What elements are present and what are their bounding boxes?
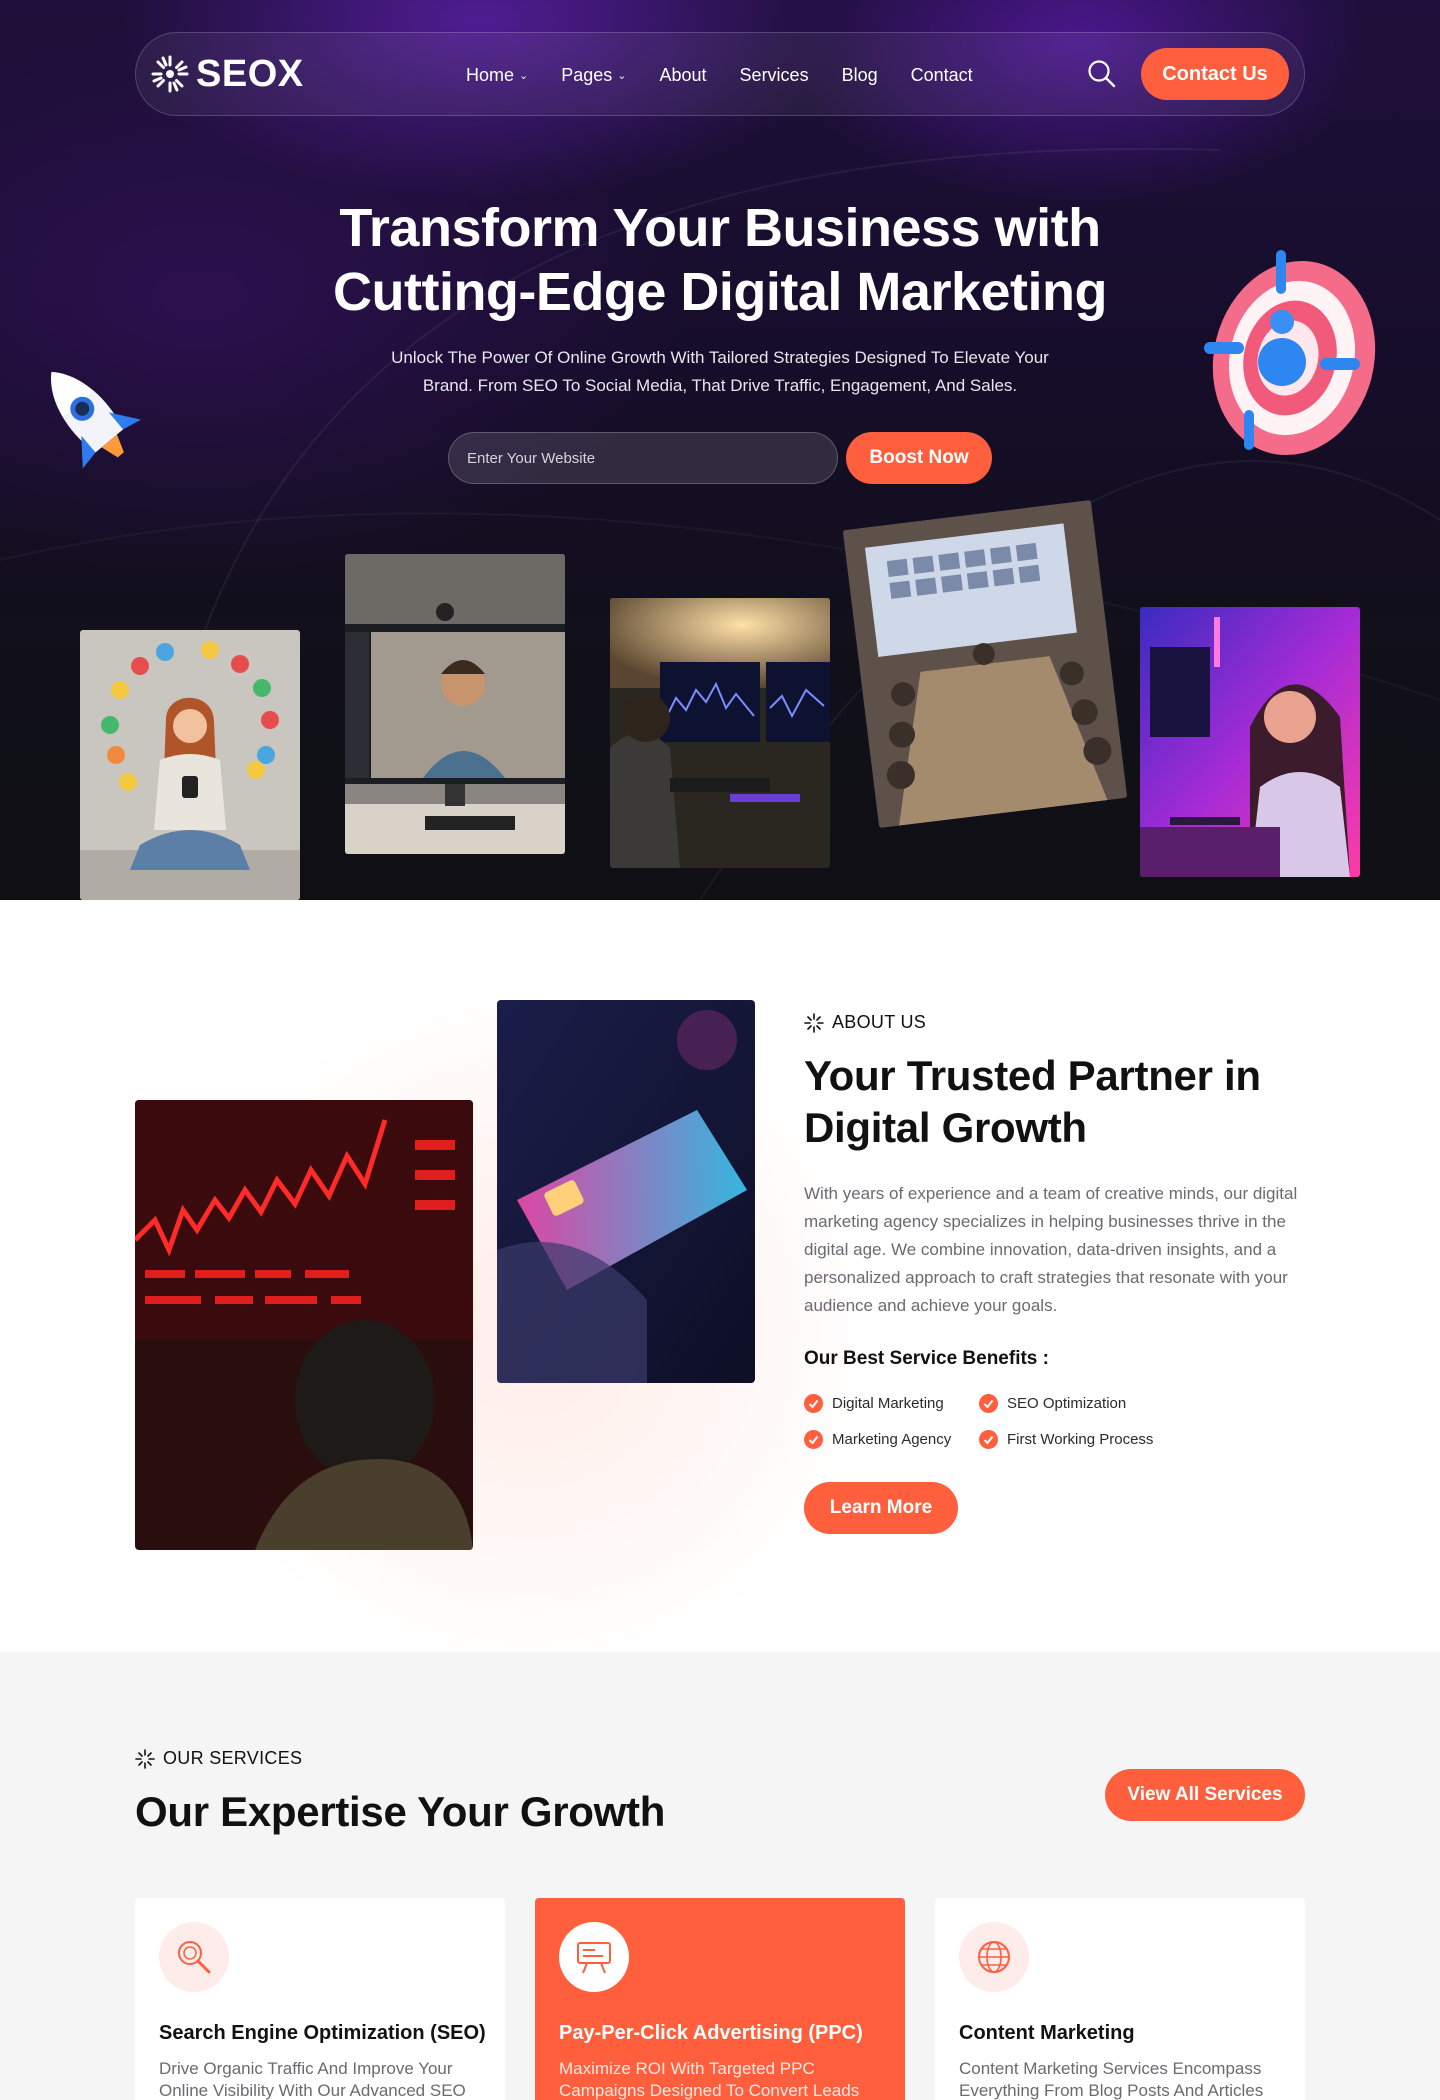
benefit-item: Marketing Agency [804,1430,951,1449]
nav-label: Home [466,64,515,85]
benefit-label: SEO Optimization [1007,1395,1127,1412]
about-title: Your Trusted Partner in Digital Growth [804,1050,1324,1154]
about-section: ABOUT US Your Trusted Partner in Digital… [0,900,1440,1680]
service-card-ppc[interactable]: Pay-Per-Click Advertising (PPC) Maximize… [535,1898,905,2100]
contact-us-button[interactable]: Contact Us [1141,48,1289,100]
service-card-title: Pay-Per-Click Advertising (PPC) [559,2022,863,2044]
hero-title: Transform Your Business with Cutting-Edg… [220,196,1220,324]
burst-icon [804,1012,824,1033]
benefit-label: Marketing Agency [832,1431,952,1448]
magnifier-icon [159,1922,229,1992]
about-photo-stock-chart [135,1100,473,1550]
nav-label: Pages [561,64,613,85]
benefit-item: Digital Marketing [804,1394,944,1413]
logo-burst-icon [151,55,189,93]
services-section: OUR SERVICES Our Expertise Your Growth V… [0,1652,1440,2100]
nav-item-contact[interactable]: Contact [911,65,973,86]
nav-label: About [659,64,707,85]
target-icon [1204,250,1376,456]
hero-subtitle-line1: Unlock The Power Of Online Growth With T… [391,348,1049,367]
nav-label: Blog [841,64,878,85]
about-tag-label: ABOUT US [832,1012,927,1032]
nav-label: Services [739,64,809,85]
logo[interactable]: SEOX [150,52,304,96]
search-icon[interactable] [1086,58,1118,90]
nav-item-services[interactable]: Services [740,65,809,86]
service-card-text: Content Marketing Services Encompass Eve… [959,2059,1264,2100]
burst-icon [135,1748,155,1769]
benefit-item: First Working Process [979,1430,1153,1449]
services-tag-label: OUR SERVICES [163,1748,303,1768]
hero-section: SEOX Home ⌄ Pages ⌄ About Services Blog … [0,0,1440,900]
check-icon [979,1394,998,1413]
hero-subtitle: Unlock The Power Of Online Growth With T… [360,344,1080,400]
hero-photo-video-call [345,554,565,854]
benefit-item: SEO Optimization [979,1394,1126,1413]
service-card-content[interactable]: Content Marketing Content Marketing Serv… [935,1898,1305,2100]
service-card-text: Maximize ROI With Targeted PPC Campaigns… [559,2059,860,2100]
check-icon [979,1430,998,1449]
about-title-line1: Your Trusted Partner in [804,1052,1261,1099]
hero-title-line1: Transform Your Business with [339,198,1101,258]
chevron-down-icon: ⌄ [617,69,627,82]
hero-photo-meeting-room [842,499,1128,829]
nav-item-blog[interactable]: Blog [842,65,878,86]
hero-title-line2: Cutting-Edge Digital Marketing [333,262,1108,322]
nav-item-about[interactable]: About [660,65,707,86]
service-card-title: Content Marketing [959,2022,1135,2044]
services-tag: OUR SERVICES [135,1748,302,1769]
service-card-text: Drive Organic Traffic And Improve Your O… [159,2059,466,2100]
main-nav: Home ⌄ Pages ⌄ About Services Blog Conta… [466,60,973,90]
nav-label: Contact [910,64,973,85]
service-card-seo[interactable]: Search Engine Optimization (SEO) Drive O… [135,1898,505,2100]
about-description: With years of experience and a team of c… [804,1184,1298,1315]
services-title: Our Expertise Your Growth [135,1788,666,1835]
nav-item-home[interactable]: Home ⌄ [466,65,528,86]
chevron-down-icon: ⌄ [519,69,529,82]
hero-photo-trading-desk [610,598,830,868]
about-tag: ABOUT US [804,1012,926,1033]
hero-photo-social-media [80,630,300,900]
billboard-icon [559,1922,629,1992]
globe-icon [959,1922,1029,1992]
benefit-label: First Working Process [1007,1431,1154,1448]
about-title-line2: Digital Growth [804,1104,1087,1151]
view-all-services-button[interactable]: View All Services [1105,1769,1305,1821]
service-card-title: Search Engine Optimization (SEO) [159,2022,486,2044]
learn-more-button[interactable]: Learn More [804,1482,958,1534]
check-icon [804,1430,823,1449]
hero-photo-neon-workspace [1140,607,1360,877]
benefits-title: Our Best Service Benefits : [804,1348,1049,1369]
benefit-label: Digital Marketing [832,1395,944,1412]
website-input[interactable] [448,432,838,484]
check-icon [804,1394,823,1413]
hero-subtitle-line2: Brand. From SEO To Social Media, That Dr… [422,376,1018,395]
rocket-icon [50,372,141,469]
about-photo-digital-card [497,1000,755,1383]
logo-text: SEOX [196,52,304,95]
nav-item-pages[interactable]: Pages ⌄ [561,65,626,86]
boost-now-button[interactable]: Boost Now [846,432,992,484]
